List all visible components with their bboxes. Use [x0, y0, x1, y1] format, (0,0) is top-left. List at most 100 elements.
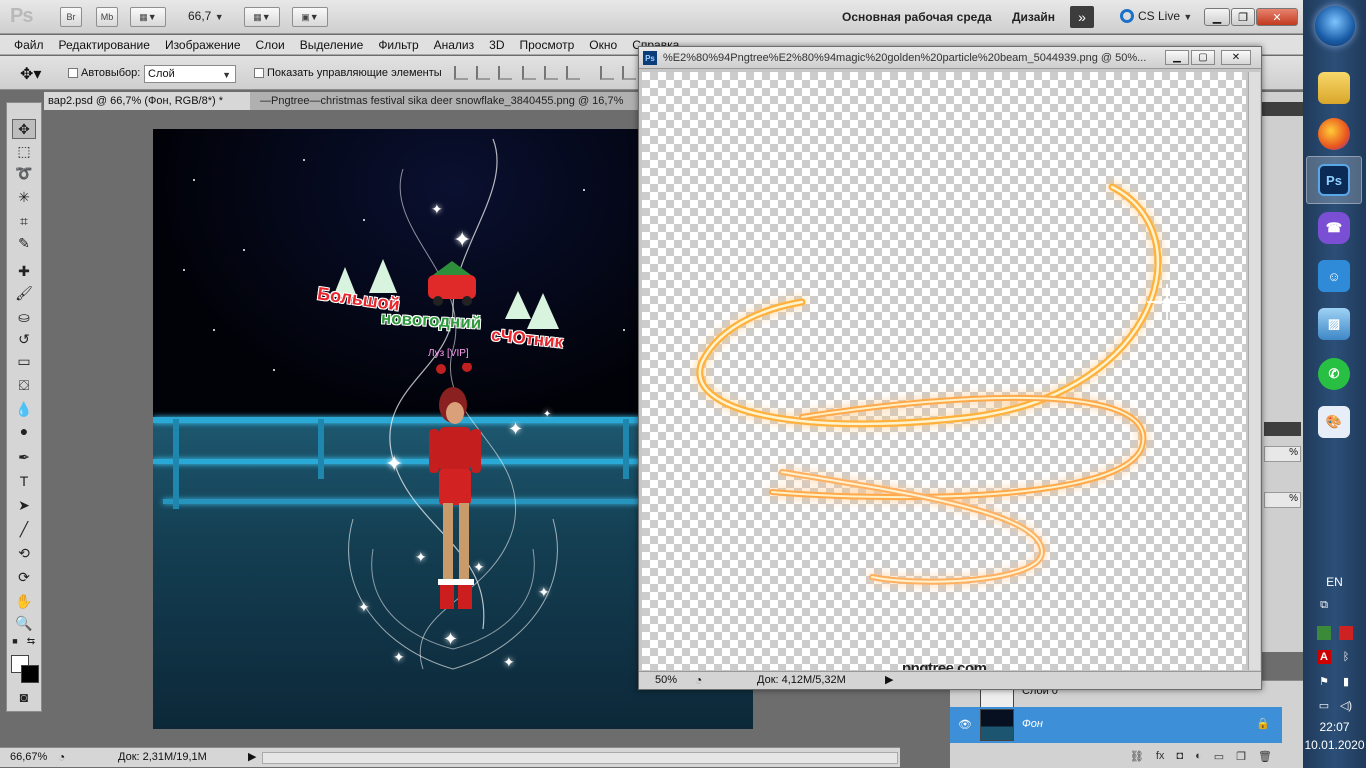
view-extras-button[interactable]: ▦ ▼ [130, 7, 166, 27]
power-icon[interactable]: ▭ [1317, 698, 1331, 712]
restore-button[interactable]: ❐ [1231, 8, 1255, 26]
zoom-dropdown[interactable]: 66,7 ▼ [188, 9, 224, 23]
bluetooth-icon[interactable]: ᛒ [1339, 650, 1353, 664]
close-button[interactable]: ✕ [1221, 50, 1251, 65]
layer-row-background[interactable]: 👁 Фон 🔒 [950, 707, 1282, 743]
history-brush-icon[interactable]: ↺ [12, 329, 36, 349]
menu-window[interactable]: Окно [589, 38, 617, 52]
menu-view[interactable]: Просмотр [519, 38, 574, 52]
magic-wand-icon[interactable]: ✳ [12, 187, 36, 207]
align-vcenter-icon[interactable] [476, 66, 490, 80]
menu-select[interactable]: Выделение [300, 38, 364, 52]
group-icon[interactable]: ▭ [1214, 750, 1224, 763]
distribute-icon[interactable] [600, 66, 614, 80]
network-icon[interactable]: ▮ [1339, 674, 1353, 688]
maximize-button[interactable]: ▢ [1191, 50, 1215, 65]
background-color-swatch[interactable] [21, 665, 39, 683]
status-menu-icon[interactable]: ◔ [58, 750, 65, 764]
zoom-tool-icon[interactable]: 🔍 [12, 613, 36, 633]
3d-rotate-icon[interactable]: ⟲ [12, 543, 36, 563]
status-arrow-icon[interactable]: ▶ [248, 750, 256, 763]
bridge-button[interactable]: Br [60, 7, 82, 27]
brush-tool-icon[interactable]: 🖌 [12, 283, 36, 303]
show-transform-controls-checkbox[interactable]: Показать управляющие элементы [254, 67, 442, 79]
close-button[interactable]: ✕ [1256, 8, 1298, 26]
default-colors-icon[interactable]: ■ [9, 635, 21, 647]
adobe-tray-icon[interactable]: A [1317, 650, 1331, 664]
path-select-icon[interactable]: ➤ [12, 495, 36, 515]
distribute-icon[interactable] [622, 66, 636, 80]
type-tool-icon[interactable]: T [12, 471, 36, 491]
vertical-scrollbar[interactable] [1248, 72, 1260, 670]
taskbar-explorer[interactable] [1306, 64, 1362, 112]
align-left-icon[interactable] [522, 66, 536, 80]
volume-icon[interactable]: ◁) [1339, 698, 1353, 712]
menu-filter[interactable]: Фильтр [378, 38, 418, 52]
trash-icon[interactable]: 🗑 [1258, 750, 1272, 763]
move-tool-preset-icon[interactable]: ✥▾ [20, 64, 41, 84]
3d-orbit-icon[interactable]: ⟳ [12, 567, 36, 587]
more-workspaces-icon[interactable]: » [1070, 6, 1094, 28]
marquee-tool-icon[interactable]: ⬚ [12, 141, 36, 161]
taskbar-game[interactable]: ☺ [1306, 252, 1362, 300]
checkbox-box[interactable] [68, 68, 78, 78]
healing-brush-icon[interactable]: ✚ [12, 261, 36, 281]
align-right-icon[interactable] [566, 66, 580, 80]
minimize-button[interactable]: ▁ [1165, 50, 1189, 65]
tray-app-icon[interactable] [1317, 626, 1331, 640]
status-arrow-icon[interactable]: ▶ [885, 673, 893, 686]
paint-bucket-icon[interactable]: ⛋ [12, 375, 36, 395]
clone-stamp-icon[interactable]: ⛀ [12, 307, 36, 327]
opacity-field[interactable]: % [1264, 446, 1301, 462]
screen-mode-button[interactable]: ▣ ▼ [292, 7, 328, 27]
arrange-documents-button[interactable]: ▦ ▼ [244, 7, 280, 27]
checkbox-box[interactable] [254, 68, 264, 78]
pen-tool-icon[interactable]: ✒ [12, 447, 36, 467]
eyedropper-icon[interactable]: ✎ [12, 233, 36, 253]
menu-file[interactable]: Файл [14, 38, 44, 52]
floating-document-window[interactable]: Ps %E2%80%94Pngtree%E2%80%94magic%20gold… [638, 46, 1262, 690]
tray-app-icon[interactable] [1339, 626, 1353, 640]
clock-time[interactable]: 22:07 [1303, 720, 1366, 734]
taskbar-viber[interactable]: ☎ [1306, 204, 1362, 252]
cs-live-menu[interactable]: CS Live ▼ [1120, 9, 1192, 23]
workspace-design[interactable]: Дизайн [1012, 10, 1055, 24]
menu-analysis[interactable]: Анализ [434, 38, 475, 52]
taskbar-photo-viewer[interactable]: ▨ [1306, 300, 1362, 348]
eye-icon[interactable]: 👁 [958, 718, 972, 731]
tab-document-deer[interactable]: —Pngtree—christmas festival sika deer sn… [256, 92, 640, 110]
zoom-readout[interactable]: 66,67% [10, 751, 47, 763]
adjustment-icon[interactable]: ◐ [1195, 750, 1202, 762]
menu-edit[interactable]: Редактирование [59, 38, 150, 52]
menu-layers[interactable]: Слои [256, 38, 285, 52]
new-layer-icon[interactable]: ❐ [1236, 750, 1246, 763]
lasso-tool-icon[interactable]: ➰ [12, 163, 36, 183]
minibridge-button[interactable]: Mb [96, 7, 118, 27]
mask-icon[interactable]: ◘ [1176, 750, 1183, 762]
minimize-button[interactable]: ▁ [1204, 8, 1230, 26]
fill-field[interactable]: % [1264, 492, 1301, 508]
dodge-tool-icon[interactable]: ● [12, 421, 36, 441]
workspace-essentials[interactable]: Основная рабочая среда [842, 10, 992, 24]
align-hcenter-icon[interactable] [544, 66, 558, 80]
taskbar-firefox[interactable] [1306, 110, 1362, 158]
tab-document-main[interactable]: вар2.psd @ 66,7% (Фон, RGB/8*) * [44, 92, 250, 110]
move-tool-icon[interactable]: ✥ [12, 119, 36, 139]
blur-tool-icon[interactable]: 💧 [12, 399, 36, 419]
swap-colors-icon[interactable]: ⇆ [25, 635, 37, 647]
taskbar-whatsapp[interactable]: ✆ [1306, 350, 1362, 398]
quick-mask-icon[interactable]: ◙ [12, 687, 36, 707]
autoselect-checkbox[interactable]: Автовыбор: [68, 67, 140, 79]
status-menu-icon[interactable]: ◔ [695, 673, 702, 687]
menu-image[interactable]: Изображение [165, 38, 241, 52]
transparent-canvas[interactable]: pngtree.com [642, 72, 1246, 670]
show-hidden-icons[interactable]: ⧉ [1317, 598, 1331, 612]
line-tool-icon[interactable]: ╱ [12, 519, 36, 539]
align-top-icon[interactable] [454, 66, 468, 80]
window-titlebar[interactable]: Ps %E2%80%94Pngtree%E2%80%94magic%20gold… [639, 47, 1261, 69]
eraser-icon[interactable]: ▭ [12, 351, 36, 371]
taskbar-photoshop[interactable]: Ps [1306, 156, 1362, 204]
fx-icon[interactable]: fx [1156, 750, 1165, 762]
flag-icon[interactable]: ⚑ [1317, 674, 1331, 688]
clock-date[interactable]: 10.01.2020 [1303, 738, 1366, 752]
